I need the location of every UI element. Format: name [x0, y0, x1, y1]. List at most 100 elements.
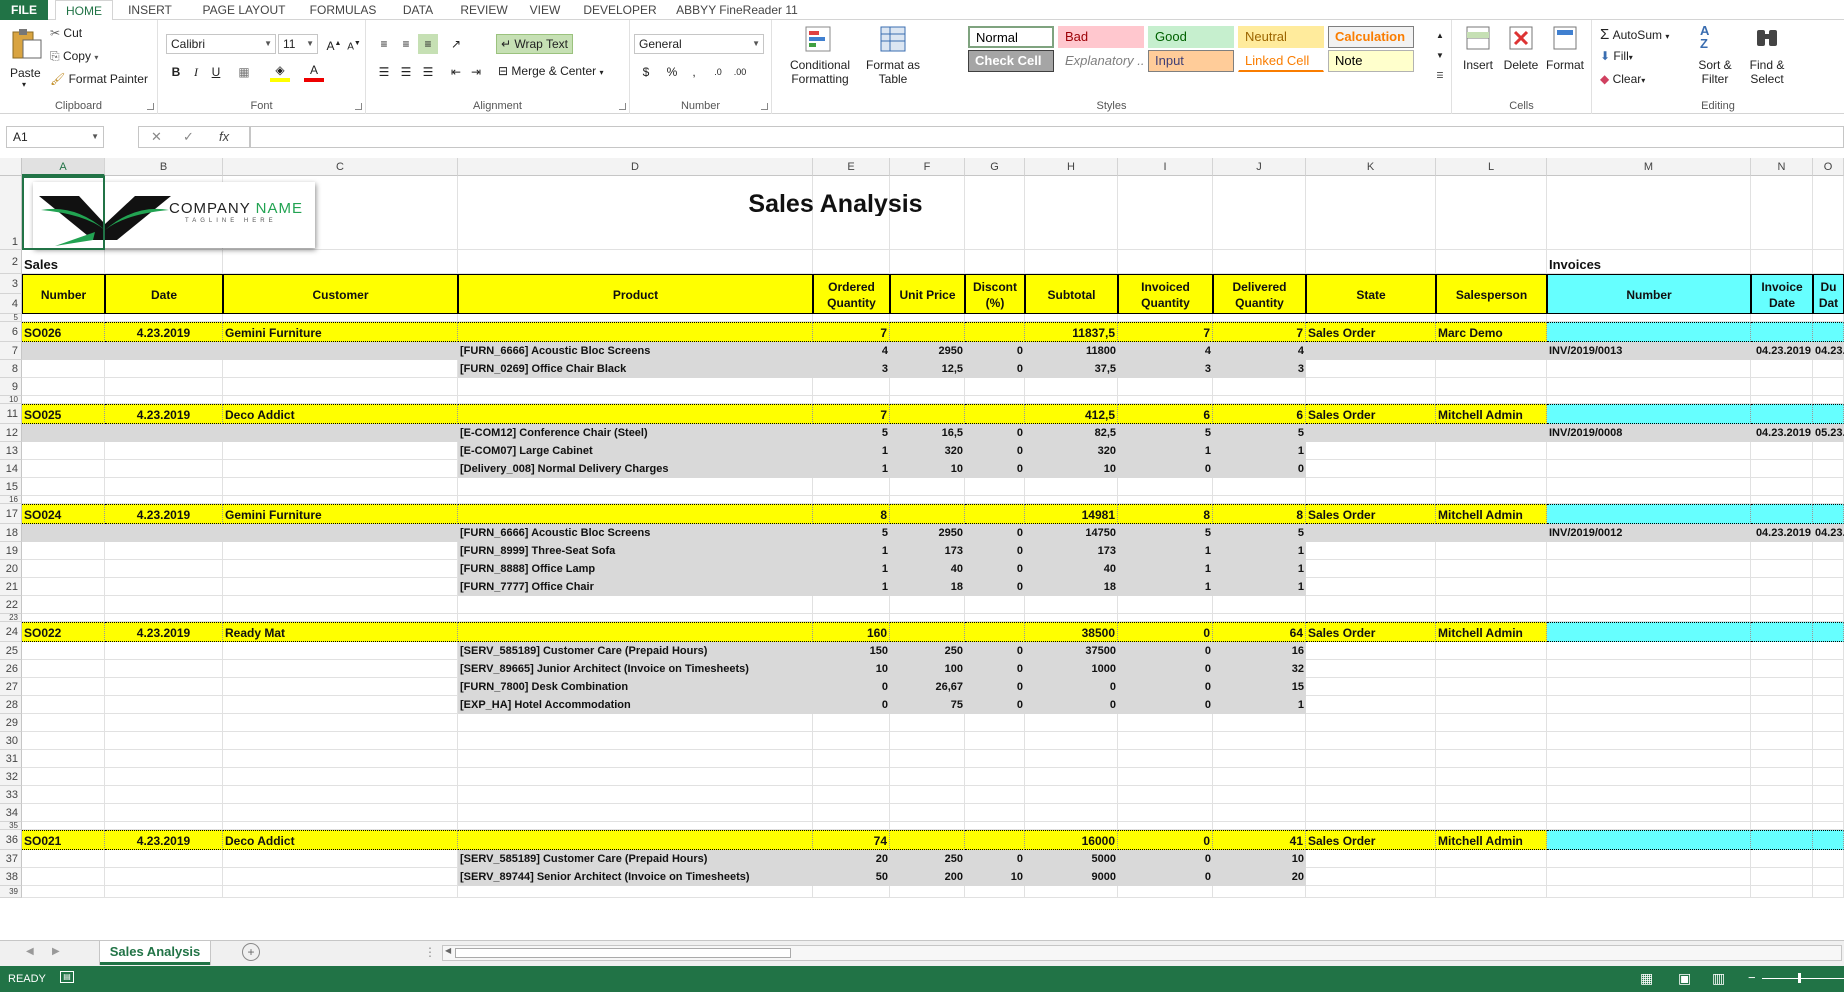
insert-function-icon[interactable]: fx: [219, 127, 229, 147]
order-subtotal[interactable]: 38500: [1025, 622, 1118, 642]
row-header[interactable]: 11: [0, 404, 22, 424]
column-header-b[interactable]: B: [105, 158, 223, 176]
order-product-empty[interactable]: [458, 504, 813, 524]
borders-icon[interactable]: ▦: [234, 62, 254, 82]
style-explanatory[interactable]: Explanatory ...: [1058, 50, 1144, 72]
line-discount[interactable]: 0: [965, 850, 1025, 868]
column-header-j[interactable]: J: [1213, 158, 1306, 176]
underline-icon[interactable]: U: [206, 62, 226, 82]
line-unit-price[interactable]: 26,67: [890, 678, 965, 696]
column-header-m[interactable]: M: [1547, 158, 1751, 176]
line-product[interactable]: [FURN_6666] Acoustic Bloc Screens: [458, 342, 813, 360]
order-invoice-number-empty[interactable]: [1547, 504, 1751, 524]
line-product[interactable]: [Delivery_008] Normal Delivery Charges: [458, 460, 813, 478]
line-invoice-number[interactable]: INV/2019/0012: [1547, 524, 1751, 542]
macro-record-icon[interactable]: ▤: [60, 971, 74, 983]
line-band-right[interactable]: [1306, 424, 1547, 442]
number-launcher-icon[interactable]: [761, 103, 768, 110]
line-unit-price[interactable]: 75: [890, 696, 965, 714]
number-format-select[interactable]: General ▼: [634, 34, 764, 54]
style-linked-cell[interactable]: Linked Cell: [1238, 50, 1324, 72]
line-invoiced-qty[interactable]: 5: [1118, 524, 1213, 542]
line-ordered-qty[interactable]: 1: [813, 560, 890, 578]
tab-abbyy[interactable]: ABBYY FineReader 11: [672, 0, 802, 20]
line-unit-price[interactable]: 250: [890, 850, 965, 868]
line-discount[interactable]: 0: [965, 678, 1025, 696]
order-state[interactable]: Sales Order: [1306, 830, 1436, 850]
order-invoiced-qty[interactable]: 0: [1118, 622, 1213, 642]
line-discount[interactable]: 0: [965, 560, 1025, 578]
row-header[interactable]: 24: [0, 622, 22, 642]
header-ordered-quantity[interactable]: Ordered Quantity: [813, 274, 890, 314]
row-header[interactable]: 36: [0, 830, 22, 850]
order-number[interactable]: SO024: [22, 504, 105, 524]
line-due-date[interactable]: 05.23.2: [1813, 424, 1844, 442]
font-size-select[interactable]: 11 ▼: [278, 34, 318, 54]
line-discount[interactable]: 0: [965, 578, 1025, 596]
row-header[interactable]: 21: [0, 578, 22, 596]
order-discount-empty[interactable]: [965, 830, 1025, 850]
order-discount-empty[interactable]: [965, 322, 1025, 342]
prev-sheet-icon[interactable]: ◀: [26, 946, 34, 957]
line-delivered-qty[interactable]: 5: [1213, 524, 1306, 542]
line-subtotal[interactable]: 0: [1025, 678, 1118, 696]
line-ordered-qty[interactable]: 5: [813, 524, 890, 542]
align-center-icon[interactable]: ☰: [396, 62, 416, 82]
line-discount[interactable]: 10: [965, 868, 1025, 886]
row-header[interactable]: 37: [0, 850, 22, 868]
tab-file[interactable]: FILE: [0, 0, 48, 20]
order-date[interactable]: 4.23.2019: [105, 322, 223, 342]
line-product[interactable]: [FURN_7777] Office Chair: [458, 578, 813, 596]
row-header[interactable]: 8: [0, 360, 22, 378]
line-discount[interactable]: 0: [965, 696, 1025, 714]
line-invoiced-qty[interactable]: 0: [1118, 660, 1213, 678]
order-ordered-qty[interactable]: 160: [813, 622, 890, 642]
line-invoiced-qty[interactable]: 1: [1118, 560, 1213, 578]
tab-developer[interactable]: DEVELOPER: [580, 0, 660, 20]
order-unit-price-empty[interactable]: [890, 830, 965, 850]
header-invoiced-quantity[interactable]: Invoiced Quantity: [1118, 274, 1213, 314]
line-product[interactable]: [E-COM07] Large Cabinet: [458, 442, 813, 460]
order-invoice-number-empty[interactable]: [1547, 622, 1751, 642]
line-ordered-qty[interactable]: 1: [813, 542, 890, 560]
row-header[interactable]: 3: [0, 274, 22, 294]
insert-cells-button[interactable]: Insert: [1458, 24, 1498, 94]
cancel-icon[interactable]: ✕: [151, 127, 162, 147]
line-ordered-qty[interactable]: 1: [813, 578, 890, 596]
row-header[interactable]: 33: [0, 786, 22, 804]
line-band-right[interactable]: [1306, 342, 1547, 360]
scroll-thumb[interactable]: [455, 948, 791, 958]
currency-icon[interactable]: $: [636, 62, 656, 82]
line-subtotal[interactable]: 37500: [1025, 642, 1118, 660]
tab-formulas[interactable]: FORMULAS: [306, 0, 380, 20]
row-header[interactable]: 20: [0, 560, 22, 578]
order-discount-empty[interactable]: [965, 504, 1025, 524]
line-band-left[interactable]: [22, 342, 458, 360]
order-customer[interactable]: Deco Addict: [223, 830, 458, 850]
line-product[interactable]: [EXP_HA] Hotel Accommodation: [458, 696, 813, 714]
line-ordered-qty[interactable]: 1: [813, 460, 890, 478]
header-invoice-number[interactable]: Number: [1547, 274, 1751, 314]
comma-icon[interactable]: ,: [684, 62, 704, 82]
order-date[interactable]: 4.23.2019: [105, 622, 223, 642]
line-delivered-qty[interactable]: 1: [1213, 442, 1306, 460]
italic-icon[interactable]: I: [186, 62, 206, 82]
order-due-date-empty[interactable]: [1813, 404, 1844, 424]
line-unit-price[interactable]: 173: [890, 542, 965, 560]
order-product-empty[interactable]: [458, 830, 813, 850]
line-band-right[interactable]: [1306, 524, 1547, 542]
line-delivered-qty[interactable]: 3: [1213, 360, 1306, 378]
tab-review[interactable]: REVIEW: [456, 0, 512, 20]
line-invoiced-qty[interactable]: 0: [1118, 642, 1213, 660]
order-invoiced-qty[interactable]: 0: [1118, 830, 1213, 850]
style-check-cell[interactable]: Check Cell: [968, 50, 1054, 72]
copy-button[interactable]: ⎘ Copy ▾: [50, 49, 98, 64]
order-date[interactable]: 4.23.2019: [105, 404, 223, 424]
line-subtotal[interactable]: 320: [1025, 442, 1118, 460]
line-ordered-qty[interactable]: 20: [813, 850, 890, 868]
bold-icon[interactable]: B: [166, 62, 186, 82]
style-input[interactable]: Input: [1148, 50, 1234, 72]
normal-view-icon[interactable]: ▦: [1640, 970, 1653, 987]
line-subtotal[interactable]: 11800: [1025, 342, 1118, 360]
column-header-o[interactable]: O: [1813, 158, 1844, 176]
